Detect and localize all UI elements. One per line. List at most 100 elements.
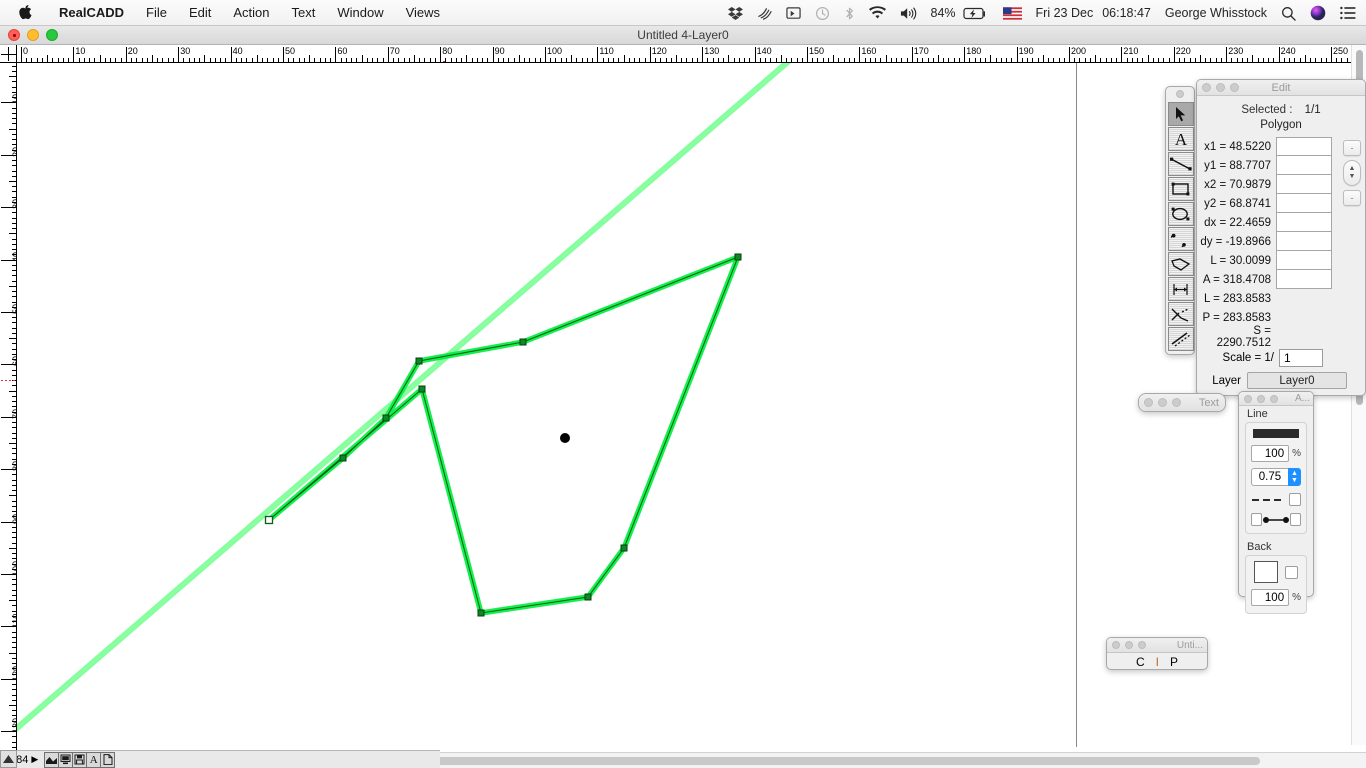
field-input-angle[interactable]	[1276, 270, 1332, 289]
field-input-x2[interactable]	[1276, 175, 1332, 194]
previous-point-button[interactable]: -	[1343, 140, 1361, 156]
layers-icon[interactable]	[44, 751, 60, 768]
notification-list-icon[interactable]	[1333, 6, 1366, 20]
line-width-down-arrow[interactable]: ▼	[1291, 477, 1298, 484]
sound-waves-icon[interactable]	[750, 6, 779, 21]
line-width-up-arrow[interactable]: ▲	[1291, 470, 1298, 477]
field-input-x1[interactable]	[1276, 137, 1332, 156]
endpoints-icon[interactable]	[1262, 515, 1290, 525]
edit-panel[interactable]: Edit Selected : 1/1 Polygon x1 = 48.5220…	[1196, 79, 1366, 396]
ellipse-tool[interactable]	[1168, 202, 1194, 226]
menu-item-text[interactable]: Text	[281, 5, 327, 20]
dimension-tool[interactable]	[1168, 277, 1194, 301]
field-input-length[interactable]	[1276, 251, 1332, 270]
polygon-vertex-handle[interactable]	[620, 544, 628, 552]
display-icon[interactable]	[58, 751, 74, 768]
screen-share-icon[interactable]	[779, 6, 808, 21]
text-panel-close-dot[interactable]	[1144, 398, 1153, 407]
field-input-dy[interactable]	[1276, 232, 1332, 251]
back-transparent-checkbox[interactable]	[1285, 565, 1298, 579]
cip-panel-close-dot[interactable]	[1112, 641, 1120, 649]
zoom-button[interactable]	[46, 29, 58, 41]
cip-panel-zoom-dot[interactable]	[1138, 641, 1146, 649]
text-panel-minimize-dot[interactable]	[1158, 398, 1167, 407]
polygon-vertex-handle[interactable]	[382, 414, 390, 422]
back-opacity-input[interactable]: 100	[1251, 589, 1290, 606]
dash-pattern-icon[interactable]	[1251, 495, 1289, 505]
page-icon[interactable]	[100, 751, 116, 768]
trim-intersect-tool[interactable]	[1168, 302, 1194, 326]
polygon-vertex-handle[interactable]	[418, 385, 426, 393]
polygon-vertex-handle[interactable]	[519, 338, 527, 346]
tool-palette[interactable]: A	[1165, 86, 1195, 355]
wifi-icon[interactable]	[862, 5, 893, 21]
cip-panel-header[interactable]: Unti...	[1107, 638, 1207, 653]
layer-select-button[interactable]: Layer0	[1247, 372, 1347, 389]
ruler-origin-corner[interactable]	[0, 45, 17, 63]
polygon-vertex-handle[interactable]	[339, 454, 347, 462]
line-width-input[interactable]: 0.75	[1251, 468, 1288, 486]
polygon-vertex-handle[interactable]	[415, 357, 423, 365]
line-opacity-input[interactable]: 100	[1251, 445, 1290, 462]
volume-icon[interactable]	[893, 6, 924, 21]
text-panel-zoom-dot[interactable]	[1172, 398, 1181, 407]
menu-item-realcadd[interactable]: RealCADD	[48, 5, 135, 20]
menu-item-action[interactable]: Action	[222, 5, 280, 20]
attributes-panel[interactable]: A... Line 100 % 0.75 ▲ ▼ Back 100 %	[1238, 391, 1314, 614]
close-button[interactable]	[8, 29, 20, 41]
menu-item-edit[interactable]: Edit	[178, 5, 222, 20]
tool-palette-close-dot[interactable]	[1176, 90, 1184, 98]
menu-item-file[interactable]: File	[135, 5, 178, 20]
attributes-panel-close-dot[interactable]	[1244, 394, 1252, 403]
text-panel[interactable]: Text	[1138, 393, 1226, 412]
tool-palette-header[interactable]	[1168, 90, 1192, 101]
menubar-username[interactable]: George Whisstock	[1158, 6, 1274, 20]
search-icon[interactable]	[1274, 6, 1303, 21]
polygon-vertex-handle[interactable]	[734, 253, 742, 261]
zoom-menu-arrow[interactable]: ▶	[31, 754, 38, 765]
field-input-y2[interactable]	[1276, 194, 1332, 213]
edit-panel-minimize-dot[interactable]	[1216, 83, 1225, 92]
siri-icon[interactable]	[1303, 5, 1333, 21]
polygon-vertex-handle[interactable]	[477, 609, 485, 617]
attributes-panel-zoom-dot[interactable]	[1270, 394, 1278, 403]
next-point-button[interactable]: -	[1343, 190, 1361, 206]
us-flag-icon[interactable]	[996, 6, 1029, 20]
cip-panel-minimize-dot[interactable]	[1125, 641, 1133, 649]
apple-icon[interactable]	[0, 4, 48, 21]
polygon-vertex-handle[interactable]	[584, 593, 592, 601]
minimize-button[interactable]	[27, 29, 39, 41]
cip-panel[interactable]: Unti... C I P	[1106, 637, 1208, 670]
field-input-dx[interactable]	[1276, 213, 1332, 232]
spinner-up-arrow[interactable]: ▲	[1349, 165, 1356, 173]
menu-item-views[interactable]: Views	[395, 5, 451, 20]
dropbox-icon[interactable]	[721, 6, 750, 21]
parallel-lines-tool[interactable]	[1168, 327, 1194, 351]
point-spinner[interactable]: ▲ ▼	[1343, 160, 1361, 186]
cip-button-p[interactable]: P	[1170, 655, 1178, 669]
attributes-panel-header[interactable]: A...	[1239, 392, 1313, 406]
save-icon[interactable]	[72, 751, 88, 768]
dash-checkbox[interactable]	[1289, 493, 1301, 506]
back-color-swatch[interactable]	[1254, 561, 1278, 583]
edit-panel-zoom-dot[interactable]	[1230, 83, 1239, 92]
marker-end-checkbox[interactable]	[1290, 513, 1301, 526]
select-tool[interactable]	[1168, 102, 1194, 126]
battery-icon[interactable]	[962, 7, 996, 20]
text-tool[interactable]: A	[1168, 127, 1194, 151]
menu-item-window[interactable]: Window	[326, 5, 394, 20]
arc-tool[interactable]	[1168, 227, 1194, 251]
polygon-tool[interactable]	[1168, 252, 1194, 276]
statusbar-resize-corner[interactable]	[0, 750, 17, 768]
line-color-swatch[interactable]	[1253, 429, 1299, 438]
cip-button-i[interactable]: I	[1156, 655, 1159, 669]
line-tool[interactable]	[1168, 152, 1194, 176]
scale-input[interactable]: 1	[1279, 349, 1323, 367]
marker-start-checkbox[interactable]	[1251, 513, 1262, 526]
vertical-ruler[interactable]: 0102030405060708090100110120130	[0, 45, 17, 768]
edit-panel-close-dot[interactable]	[1202, 83, 1211, 92]
edit-panel-header[interactable]: Edit	[1197, 80, 1365, 96]
horizontal-ruler[interactable]: 0 10 20 30 40 50 60 70 80 90 100 110 120 130 140 150 160…	[0, 45, 1366, 63]
line-width-stepper[interactable]: ▲ ▼	[1287, 468, 1301, 486]
attributes-panel-minimize-dot[interactable]	[1257, 394, 1265, 403]
